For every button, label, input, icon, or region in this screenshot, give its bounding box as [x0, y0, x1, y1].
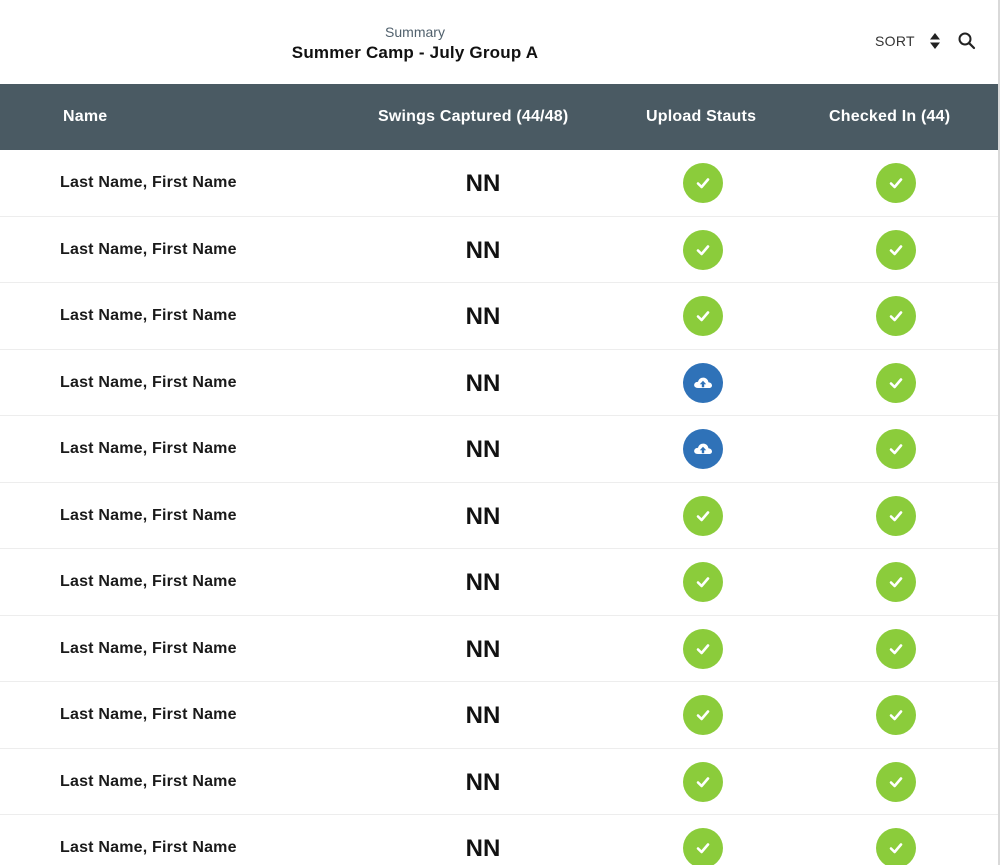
table-row[interactable]: Last Name, First Name NN — [0, 283, 998, 350]
row-name: Last Name, First Name — [60, 307, 237, 324]
upload-complete-checkmark-icon — [683, 761, 723, 802]
checked-in-checkmark-icon[interactable] — [876, 828, 916, 865]
row-name: Last Name, First Name — [60, 506, 237, 524]
row-name: Last Name, First Name — [60, 373, 237, 391]
table-header: Name Swings Captured (44/48) Upload Stau… — [0, 84, 998, 150]
column-header-upload-status[interactable]: Upload Stauts — [646, 84, 756, 150]
checked-in-checkmark-icon[interactable] — [876, 628, 916, 669]
row-swings-count: NN — [465, 369, 501, 397]
row-swings-count: NN — [465, 236, 501, 264]
upload-complete-checkmark-icon — [683, 695, 723, 735]
table-row[interactable]: Last Name, First Name NN — [0, 682, 998, 749]
row-name: Last Name, First Name — [60, 639, 237, 657]
checked-in-checkmark-icon[interactable] — [876, 761, 916, 802]
table-row[interactable]: Last Name, First Name NN — [0, 217, 998, 283]
upload-complete-checkmark-icon — [683, 828, 723, 865]
row-name: Last Name, First Name — [60, 573, 237, 590]
upload-complete-checkmark-icon — [683, 163, 723, 203]
row-swings-count: NN — [465, 635, 501, 663]
cloud-upload-icon[interactable] — [683, 362, 723, 403]
table-row[interactable]: Last Name, First Name NN — [0, 815, 998, 865]
row-swings-count: NN — [465, 502, 501, 530]
row-name: Last Name, First Name — [60, 240, 237, 258]
upload-complete-checkmark-icon — [683, 296, 723, 336]
table-row[interactable]: Last Name, First Name NN — [0, 416, 998, 483]
checked-in-checkmark-icon[interactable] — [876, 562, 916, 602]
app-window: Summary Summer Camp - July Group A SORT … — [0, 0, 1000, 865]
checked-in-checkmark-icon[interactable] — [876, 229, 916, 270]
column-header-swings-captured[interactable]: Swings Captured (44/48) — [378, 84, 568, 150]
title-block: Summary Summer Camp - July Group A — [0, 24, 830, 63]
table-row[interactable]: Last Name, First Name NN — [0, 616, 998, 682]
table-body: Last Name, First Name NN Last Name, First … — [0, 150, 998, 865]
table-row[interactable]: Last Name, First Name NN — [0, 483, 998, 549]
table-row[interactable]: Last Name, First Name NN — [0, 549, 998, 616]
row-name: Last Name, First Name — [60, 440, 237, 457]
row-name: Last Name, First Name — [60, 772, 237, 790]
column-header-name[interactable]: Name — [63, 84, 107, 150]
page-title: Summer Camp - July Group A — [291, 43, 539, 62]
cloud-upload-icon[interactable] — [683, 429, 723, 469]
sort-arrows-icon — [929, 32, 941, 50]
upload-complete-checkmark-icon — [683, 229, 723, 270]
page-subtitle: Summary — [385, 24, 445, 40]
checked-in-checkmark-icon[interactable] — [876, 362, 916, 403]
checked-in-checkmark-icon[interactable] — [876, 495, 916, 536]
table-row[interactable]: Last Name, First Name NN — [0, 350, 998, 416]
row-swings-count: NN — [465, 835, 501, 862]
row-swings-count: NN — [465, 768, 501, 796]
row-swings-count: NN — [465, 569, 501, 596]
upload-complete-checkmark-icon — [683, 628, 723, 669]
checked-in-checkmark-icon[interactable] — [876, 695, 916, 735]
sort-button[interactable]: SORT — [875, 30, 941, 52]
top-bar: Summary Summer Camp - July Group A SORT — [0, 0, 998, 84]
checked-in-checkmark-icon[interactable] — [876, 296, 916, 336]
checked-in-checkmark-icon[interactable] — [876, 429, 916, 469]
table-row[interactable]: Last Name, First Name NN — [0, 749, 998, 815]
row-swings-count: NN — [465, 702, 501, 729]
row-name: Last Name, First Name — [60, 706, 237, 723]
row-name: Last Name, First Name — [60, 174, 237, 191]
sort-label: SORT — [875, 33, 915, 49]
checked-in-checkmark-icon[interactable] — [876, 163, 916, 203]
column-header-checked-in[interactable]: Checked In (44) — [829, 84, 950, 150]
table-row[interactable]: Last Name, First Name NN — [0, 150, 998, 217]
row-name: Last Name, First Name — [60, 839, 237, 856]
search-icon[interactable] — [957, 31, 977, 51]
row-swings-count: NN — [465, 436, 501, 463]
upload-complete-checkmark-icon — [683, 495, 723, 536]
row-swings-count: NN — [465, 170, 501, 197]
row-swings-count: NN — [465, 303, 501, 330]
upload-complete-checkmark-icon — [683, 562, 723, 602]
